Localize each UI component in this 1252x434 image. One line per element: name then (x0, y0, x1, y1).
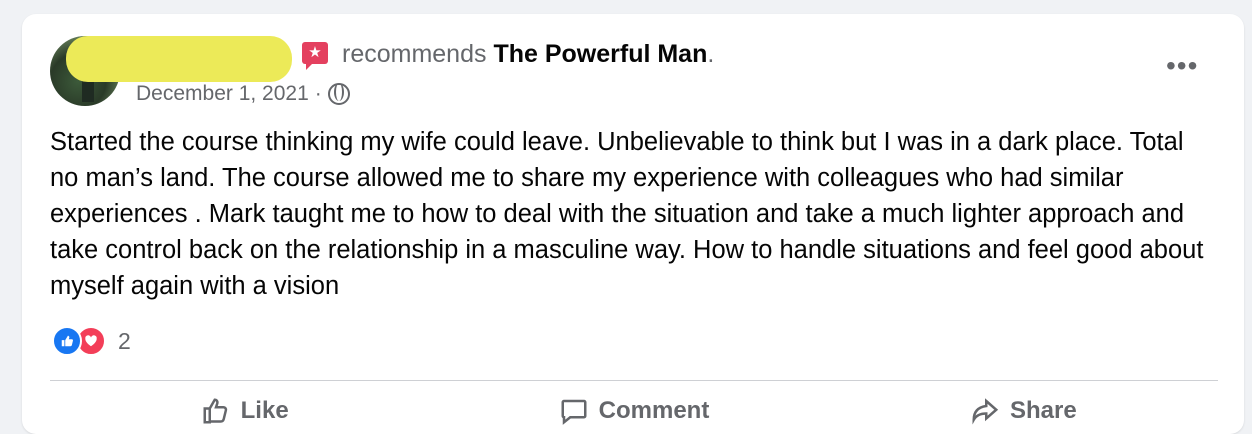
share-icon (972, 398, 999, 425)
reaction-count: 2 (118, 327, 131, 354)
more-options-button[interactable]: ••• (1166, 52, 1198, 80)
comment-icon (561, 399, 587, 425)
thumbs-up-icon (203, 398, 227, 424)
like-button[interactable]: Like (50, 396, 439, 426)
post-meta: December 1, 2021 · (136, 82, 350, 106)
share-button[interactable]: Share (829, 396, 1218, 426)
globe-icon[interactable] (327, 83, 350, 105)
reaction-summary[interactable]: 2 (52, 326, 131, 356)
page-name-link[interactable]: The Powerful Man (493, 40, 707, 68)
post-date[interactable]: December 1, 2021 (136, 82, 309, 106)
recommends-text: recommends (342, 40, 487, 68)
meta-separator: · (314, 82, 322, 105)
headline-period: . (707, 40, 715, 68)
post-card: ★ recommends The Powerful Man. December … (22, 14, 1244, 434)
redacted-author-name (66, 36, 292, 82)
like-label: Like (240, 397, 289, 424)
comment-label: Comment (598, 397, 710, 424)
post-headline: recommends The Powerful Man. (342, 40, 714, 69)
recommend-flag-icon: ★ (302, 42, 328, 70)
post-actions: Like Comment Share (50, 396, 1218, 426)
share-label: Share (1009, 397, 1077, 424)
action-divider (50, 380, 1218, 381)
comment-button[interactable]: Comment (439, 396, 828, 426)
post-body: Started the course thinking my wife coul… (50, 128, 1204, 300)
like-reaction-icon (52, 326, 82, 356)
